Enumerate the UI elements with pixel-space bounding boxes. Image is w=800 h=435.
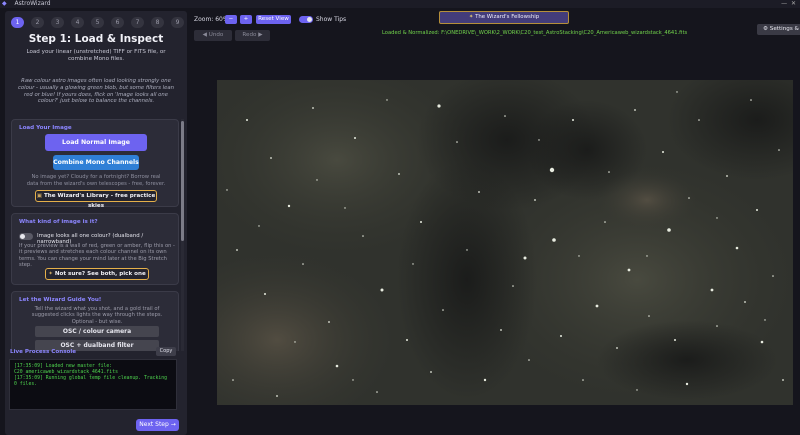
zoom-in-button[interactable]: +	[240, 15, 252, 24]
window-controls[interactable]: — ✕	[781, 0, 796, 8]
step-options-scroll[interactable]: Load Your Image Load Normal Image (RGB/O…	[9, 119, 184, 351]
step-hint: Raw colour astro images often load looki…	[17, 78, 175, 105]
fellowship-label: The Wizard's Fellowship	[475, 14, 540, 20]
title-bar: ◆ AstroWizard — ✕	[0, 0, 800, 8]
guide-description: Tell the wizard what you shot, and a gol…	[31, 306, 163, 325]
console-copy-button[interactable]: Copy	[156, 347, 176, 356]
load-image-card: Load Your Image Load Normal Image (RGB/O…	[11, 119, 179, 209]
step-9-button[interactable]: 9	[171, 17, 184, 28]
console-line: [17:35:09] Running global temp file clea…	[14, 376, 170, 387]
wand-icon: ✦	[48, 271, 53, 277]
options-scrollbar[interactable]	[181, 119, 184, 351]
settings-help-button[interactable]: ⚙ Settings & Help	[757, 24, 800, 35]
combine-mono-button[interactable]: Combine Mono Channels	[53, 155, 139, 170]
step-7-button[interactable]: 7	[131, 17, 144, 28]
app-title: AstroWizard	[14, 0, 51, 7]
one-colour-toggle[interactable]	[19, 233, 33, 240]
wand-icon: ✦	[468, 14, 474, 20]
wizard-guide-card: Let the Wizard Guide You! Tell the wizar…	[11, 291, 179, 351]
load-normal-image-button[interactable]: Load Normal Image (RGB/OSC)	[45, 134, 147, 163]
one-colour-description: If your preview is a wall of red, green …	[19, 243, 175, 269]
step-5-button[interactable]: 5	[91, 17, 104, 28]
step-4-button[interactable]: 4	[71, 17, 84, 28]
zoom-out-button[interactable]: −	[225, 15, 237, 24]
reset-view-button[interactable]: Reset View	[256, 15, 291, 24]
step-description: Load your linear (unstretched) TIFF or F…	[26, 49, 166, 62]
show-tips-toggle[interactable]	[299, 16, 313, 23]
wizards-library-label: The Wizard's Library - free practice ski…	[43, 193, 156, 209]
process-console[interactable]: [17:35:09] Loaded new master file: C20_a…	[9, 359, 177, 410]
step-3-button[interactable]: 3	[51, 17, 64, 28]
app-icon: ◆	[2, 0, 7, 7]
image-kind-card: What kind of image is it? Image looks al…	[11, 213, 179, 285]
undo-button[interactable]: ◀ Undo	[194, 30, 232, 41]
kind-card-title: What kind of image is it?	[19, 219, 98, 225]
console-title: Live Process Console	[10, 349, 77, 355]
step-title: Step 1: Load & Inspect	[28, 33, 164, 45]
image-preview[interactable]	[217, 80, 793, 405]
fellowship-button[interactable]: ✦ The Wizard's Fellowship	[439, 11, 569, 24]
zoom-label: Zoom: 60%	[194, 16, 229, 23]
options-scrollbar-thumb[interactable]	[181, 121, 184, 241]
no-image-text: No image yet? Cloudy for a fortnight? Bo…	[26, 174, 166, 187]
book-icon: ▣	[36, 193, 42, 199]
step-6-button[interactable]: 6	[111, 17, 124, 28]
load-card-title: Load Your Image	[19, 125, 72, 131]
wizards-library-button[interactable]: ▣ The Wizard's Library - free practice s…	[35, 190, 157, 209]
loaded-file-path: Loaded & Normalized: F:\ONEDRIVE\_WORK\2…	[382, 30, 688, 36]
show-tips-label: Show Tips	[316, 16, 347, 23]
guide-card-title: Let the Wizard Guide You!	[19, 297, 102, 303]
step-8-button[interactable]: 8	[151, 17, 164, 28]
next-step-button[interactable]: Next Step →	[136, 419, 179, 431]
step-2-button[interactable]: 2	[31, 17, 44, 28]
redo-button[interactable]: Redo ▶	[235, 30, 270, 41]
console-line: [17:35:09] Loaded new master file: C20_a…	[14, 364, 118, 375]
guide-option-osc[interactable]: OSC / colour camera	[35, 326, 159, 337]
step-1-button[interactable]: 1	[11, 17, 24, 28]
not-sure-button[interactable]: ✦ Not sure? See both, pick one	[45, 268, 149, 280]
not-sure-label: Not sure? See both, pick one	[54, 271, 146, 277]
step-indicator: 1 2 3 4 5 6 7 8 9	[11, 17, 184, 28]
nebula-preview-image	[217, 80, 793, 405]
